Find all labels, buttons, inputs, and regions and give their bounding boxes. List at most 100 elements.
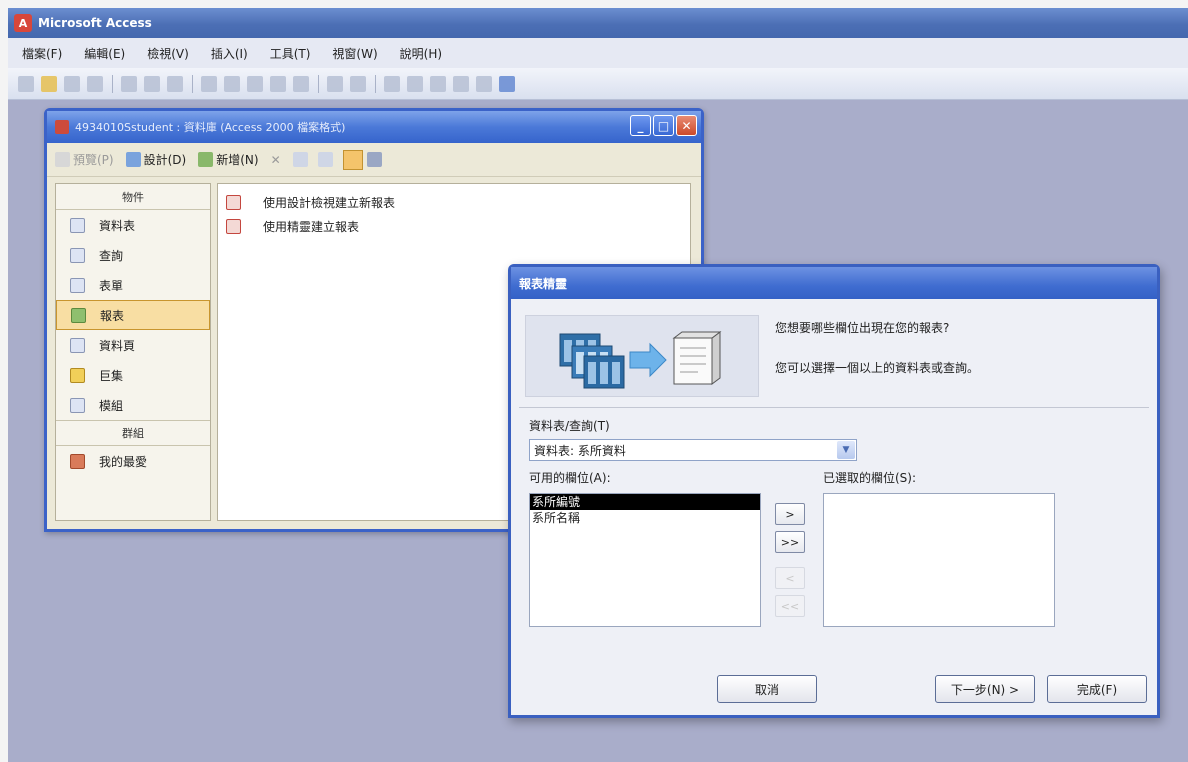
list-item[interactable]: 系所名稱 — [530, 510, 760, 526]
menu-view[interactable]: 檢視(V) — [147, 45, 189, 62]
object-label: 巨集 — [99, 368, 124, 383]
chevron-down-icon[interactable]: ▼ — [837, 441, 855, 459]
save-icon[interactable] — [64, 75, 80, 92]
table-query-label: 資料表/查詢(T) — [529, 419, 610, 433]
spelling-icon[interactable] — [167, 75, 183, 92]
wizard-title: 報表精靈 — [519, 276, 568, 291]
script-icon[interactable] — [407, 75, 423, 92]
table-query-select[interactable]: 資料表: 系所資料 ▼ — [529, 439, 857, 461]
object-label: 資料頁 — [99, 338, 136, 353]
next-button[interactable]: 下一步(N) > — [935, 675, 1035, 703]
tables-to-report-icon — [559, 331, 722, 389]
selected-fields-list[interactable] — [823, 493, 1055, 627]
move-one-button[interactable]: > — [775, 503, 805, 525]
new-label: 新增(N) — [216, 153, 259, 167]
list-item[interactable]: 使用精靈建立報表 — [226, 214, 682, 238]
menu-tools[interactable]: 工具(T) — [270, 45, 311, 62]
analyze-icon[interactable] — [350, 75, 366, 92]
maximize-icon[interactable]: □ — [653, 115, 674, 136]
group-label: 我的最愛 — [99, 454, 148, 469]
report-icon — [71, 307, 86, 323]
list-view-icon[interactable] — [342, 149, 363, 170]
design-label: 設計(D) — [143, 153, 187, 167]
close-icon[interactable]: ✕ — [676, 115, 697, 136]
search-icon[interactable] — [87, 75, 103, 92]
format-painter-icon[interactable] — [270, 75, 286, 92]
query-icon — [70, 247, 85, 263]
menu-window[interactable]: 視窗(W) — [332, 45, 377, 62]
new-button[interactable]: 新增(N) — [198, 151, 259, 168]
menu-insert[interactable]: 插入(I) — [211, 45, 248, 62]
table-query-value: 資料表: 系所資料 — [534, 443, 626, 458]
object-forms[interactable]: 表單 — [56, 270, 210, 300]
object-label: 報表 — [100, 308, 125, 323]
help-icon[interactable] — [499, 75, 515, 92]
object-tables[interactable]: 資料表 — [56, 210, 210, 240]
group-favorites[interactable]: 我的最愛 — [56, 446, 210, 476]
small-icons-icon[interactable] — [317, 152, 333, 167]
groups-header: 群組 — [56, 420, 210, 446]
office-links-icon[interactable] — [327, 75, 343, 92]
available-fields-list[interactable]: 系所編號 系所名稱 — [529, 493, 761, 627]
list-item[interactable]: 系所編號 — [530, 494, 760, 510]
list-item[interactable]: 使用設計檢視建立新報表 — [226, 190, 682, 214]
object-reports[interactable]: 報表 — [56, 300, 210, 330]
favorites-icon — [70, 453, 85, 469]
remove-all-button[interactable]: << — [775, 595, 805, 617]
macro-icon — [70, 367, 85, 383]
database-window-titlebar: 4934010Sstudent : 資料庫 (Access 2000 檔案格式)… — [47, 111, 701, 143]
object-modules[interactable]: 模組 — [56, 390, 210, 420]
toolbar-divider — [112, 74, 113, 93]
object-label: 表單 — [99, 278, 124, 293]
open-folder-icon[interactable] — [41, 75, 57, 92]
toolbar-divider — [318, 74, 319, 93]
database-icon — [55, 120, 69, 134]
preview-icon — [55, 152, 70, 167]
new-file-icon[interactable] — [18, 75, 34, 92]
menu-help[interactable]: 說明(H) — [400, 45, 442, 62]
cancel-button[interactable]: 取消 — [717, 675, 817, 703]
report-wizard-icon — [226, 218, 241, 234]
move-all-button[interactable]: >> — [775, 531, 805, 553]
details-view-icon[interactable] — [366, 152, 382, 167]
wizard-titlebar: 報表精靈 — [511, 267, 1157, 299]
undo-icon[interactable] — [293, 75, 309, 92]
objects-pane: 物件 資料表 查詢 表單 報表 資料頁 巨集 模組 群組 我的最愛 — [55, 183, 211, 521]
database-window-title: 4934010Sstudent : 資料庫 (Access 2000 檔案格式) — [75, 121, 346, 134]
code-icon[interactable] — [384, 75, 400, 92]
menu-bar: 檔案(F) 編輯(E) 檢視(V) 插入(I) 工具(T) 視窗(W) 說明(H… — [8, 38, 1188, 68]
wizard-hint: 您可以選擇一個以上的資料表或查詢。 — [775, 361, 980, 375]
large-icons-icon[interactable] — [292, 152, 308, 167]
menu-edit[interactable]: 編輯(E) — [84, 45, 125, 62]
page-icon — [70, 337, 85, 353]
design-button[interactable]: 設計(D) — [125, 151, 187, 168]
report-wizard-icon — [226, 194, 241, 210]
print-icon[interactable] — [121, 75, 137, 92]
copy-icon[interactable] — [224, 75, 240, 92]
database-toolbar: 預覽(P) 設計(D) 新增(N) ✕ — [47, 143, 701, 177]
selected-fields-label: 已選取的欄位(S): — [823, 471, 917, 485]
object-label: 資料表 — [99, 218, 136, 233]
relationships-icon[interactable] — [453, 75, 469, 92]
minimize-icon[interactable]: _ — [630, 115, 651, 136]
preview-button[interactable]: 預覽(P) — [55, 151, 114, 168]
report-wizard-dialog: 報表精靈 您想要哪些欄位出現在您的報表? 您可以選擇一個以上的資料表或查詢。 資… — [508, 264, 1160, 718]
remove-one-button[interactable]: < — [775, 567, 805, 589]
wizard-question: 您想要哪些欄位出現在您的報表? — [775, 321, 950, 335]
new-object-icon — [198, 152, 214, 167]
object-pages[interactable]: 資料頁 — [56, 330, 210, 360]
print-preview-icon[interactable] — [144, 75, 160, 92]
delete-button[interactable]: ✕ — [271, 153, 281, 167]
object-queries[interactable]: 查詢 — [56, 240, 210, 270]
object-macros[interactable]: 巨集 — [56, 360, 210, 390]
menu-file[interactable]: 檔案(F) — [22, 45, 62, 62]
properties-icon[interactable] — [430, 75, 446, 92]
finish-button[interactable]: 完成(F) — [1047, 675, 1147, 703]
module-icon — [70, 397, 85, 413]
new-object-icon[interactable] — [476, 75, 492, 92]
access-logo-icon: A — [14, 14, 32, 32]
paste-icon[interactable] — [247, 75, 263, 92]
form-icon — [70, 277, 85, 293]
cut-icon[interactable] — [201, 75, 217, 92]
available-fields-label: 可用的欄位(A): — [529, 471, 611, 485]
